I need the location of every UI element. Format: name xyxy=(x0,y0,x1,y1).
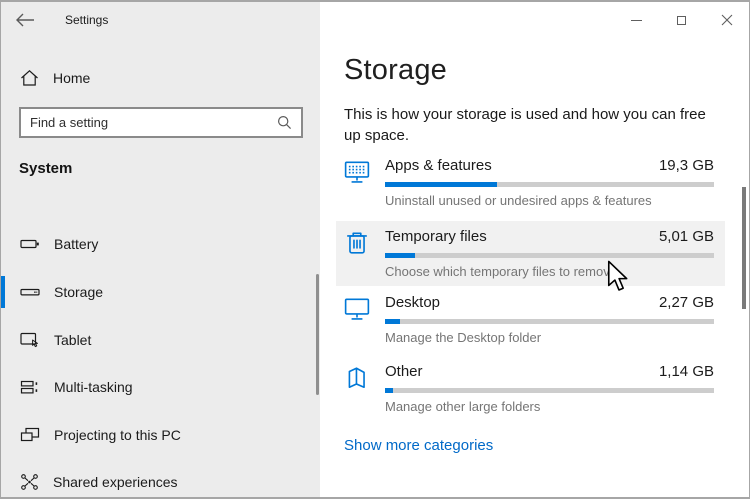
window-title: Settings xyxy=(65,13,109,27)
storage-icon xyxy=(20,283,40,301)
page-description: This is how your storage is used and how… xyxy=(344,106,706,144)
maximize-button[interactable] xyxy=(659,2,704,38)
minimize-icon xyxy=(631,19,642,21)
sidebar-item-label: Shared experiences xyxy=(53,474,178,490)
sidebar-item-storage[interactable]: Storage xyxy=(1,268,320,316)
sidebar-item-tablet[interactable]: Tablet xyxy=(1,316,320,364)
progress-fill xyxy=(385,319,400,324)
category-name: Temporary files xyxy=(385,228,487,245)
sidebar-item-shared-experiences[interactable]: Shared experiences xyxy=(1,458,320,497)
search-box xyxy=(19,107,303,138)
progress-fill xyxy=(385,388,394,393)
sidebar-item-label: Storage xyxy=(54,284,104,300)
monitor-icon xyxy=(344,296,370,322)
sidebar-item-home[interactable]: Home xyxy=(1,60,320,96)
category-size: 5,01 GB xyxy=(658,228,714,245)
sidebar-item-label: Projecting to this PC xyxy=(54,427,181,443)
sidebar-item-label: Tablet xyxy=(54,332,92,348)
progress-track xyxy=(385,253,714,258)
sidebar-item-label: Home xyxy=(53,70,91,86)
main-content: Storage This is how your storage is used… xyxy=(320,2,749,497)
category-description: Manage the Desktop folder xyxy=(385,330,542,345)
category-name: Other xyxy=(385,363,423,380)
shared-experiences-icon xyxy=(20,473,39,491)
show-more-categories-link[interactable]: Show more categories xyxy=(344,437,493,454)
progress-fill xyxy=(385,253,415,258)
category-row-temporary-files[interactable]: Temporary files 5,01 GB Choose which tem… xyxy=(336,221,725,286)
category-size: 19,3 GB xyxy=(658,157,714,174)
sidebar-item-label: Multi-tasking xyxy=(54,379,133,395)
sidebar-scrollbar[interactable] xyxy=(316,274,319,395)
home-icon xyxy=(20,69,39,87)
trash-icon xyxy=(344,230,370,256)
progress-track xyxy=(385,319,714,324)
category-description: Choose which temporary files to remove xyxy=(385,264,617,279)
back-icon[interactable] xyxy=(14,11,36,29)
category-description: Uninstall unused or undesired apps & fea… xyxy=(385,193,652,208)
progress-track xyxy=(385,182,714,187)
search-input[interactable] xyxy=(21,115,277,130)
sidebar-item-multitasking[interactable]: Multi-tasking xyxy=(1,363,320,411)
apps-icon xyxy=(344,159,370,185)
titlebar-left: Settings xyxy=(1,2,320,38)
content-scrollbar[interactable] xyxy=(742,187,746,309)
close-button[interactable] xyxy=(704,2,749,38)
minimize-button[interactable] xyxy=(614,2,659,38)
maximize-icon xyxy=(677,15,686,25)
sidebar: Settings Home System Battery Stora xyxy=(1,2,320,497)
sidebar-section-system: System xyxy=(19,160,73,177)
category-row-other[interactable]: Other 1,14 GB Manage other large folders xyxy=(336,363,725,414)
folder-icon xyxy=(344,365,370,391)
category-row-apps-features[interactable]: Apps & features 19,3 GB Uninstall unused… xyxy=(336,157,725,208)
close-icon xyxy=(721,14,732,26)
sidebar-item-label: Battery xyxy=(54,236,99,252)
category-size: 2,27 GB xyxy=(658,294,714,311)
tablet-icon xyxy=(20,331,40,350)
sidebar-item-projecting[interactable]: Projecting to this PC xyxy=(1,411,320,459)
settings-window: Settings Home System Battery Stora xyxy=(0,0,750,499)
search-icon[interactable] xyxy=(277,115,292,130)
category-name: Desktop xyxy=(385,294,441,311)
progress-fill xyxy=(385,182,497,187)
category-description: Manage other large folders xyxy=(385,399,541,414)
sidebar-item-battery[interactable]: Battery xyxy=(1,220,320,268)
battery-icon xyxy=(20,235,40,253)
category-row-desktop[interactable]: Desktop 2,27 GB Manage the Desktop folde… xyxy=(336,294,725,345)
window-controls xyxy=(614,2,749,38)
progress-track xyxy=(385,388,714,393)
multitasking-icon xyxy=(20,378,40,396)
projecting-icon xyxy=(20,426,40,444)
category-name: Apps & features xyxy=(385,157,492,174)
category-size: 1,14 GB xyxy=(658,363,714,380)
page-title: Storage xyxy=(344,54,447,86)
